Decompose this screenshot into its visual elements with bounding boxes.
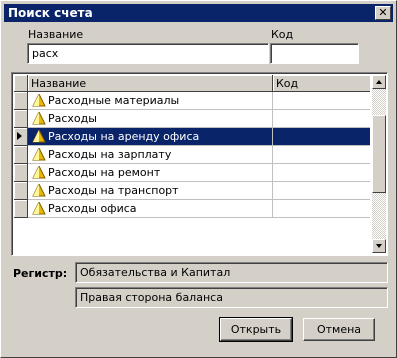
window-title: Поиск счета bbox=[8, 6, 93, 20]
cell-name-text: Расходы на аренду офиса bbox=[48, 130, 200, 143]
register-value-1: Обязательства и Капитал bbox=[80, 266, 231, 279]
name-input-value: расх bbox=[32, 47, 59, 60]
cancel-button[interactable]: Отмена bbox=[303, 318, 375, 341]
register-value-2: Правая сторона баланса bbox=[80, 291, 223, 304]
account-icon bbox=[32, 146, 46, 161]
row-indicator[interactable] bbox=[14, 200, 28, 218]
cell-name-text: Расходы bbox=[48, 112, 97, 125]
column-header-code[interactable]: Код bbox=[273, 75, 370, 92]
table-row[interactable]: Расходы bbox=[14, 110, 370, 128]
cell-code[interactable] bbox=[273, 110, 370, 128]
cell-code[interactable] bbox=[273, 128, 370, 146]
scroll-down-button[interactable] bbox=[372, 239, 386, 253]
cell-name[interactable]: Расходы на зарплату bbox=[28, 146, 273, 164]
table-row[interactable]: Расходы на аренду офиса bbox=[14, 128, 370, 146]
column-header-name-text: Название bbox=[31, 77, 87, 90]
account-icon bbox=[32, 128, 46, 143]
cell-code[interactable] bbox=[273, 92, 370, 110]
column-header-code-text: Код bbox=[276, 77, 299, 90]
account-icon bbox=[32, 110, 46, 125]
table-row[interactable]: Расходы на зарплату bbox=[14, 146, 370, 164]
table-row[interactable]: Расходы на транспорт bbox=[14, 182, 370, 200]
cell-name-text: Расходы офиса bbox=[48, 202, 137, 215]
cell-name-text: Расходы на ремонт bbox=[48, 166, 161, 179]
cell-name[interactable]: Расходы на транспорт bbox=[28, 182, 273, 200]
row-indicator[interactable] bbox=[14, 164, 28, 182]
cell-name-text: Расходы на транспорт bbox=[48, 184, 179, 197]
cell-name[interactable]: Расходы на аренду офиса bbox=[28, 128, 273, 146]
name-input[interactable]: расх bbox=[27, 43, 269, 64]
empty-row bbox=[14, 236, 370, 254]
account-icon bbox=[32, 92, 46, 107]
row-indicator[interactable] bbox=[14, 110, 28, 128]
table-row[interactable]: Расходы офиса bbox=[14, 200, 370, 218]
row-indicator[interactable] bbox=[14, 182, 28, 200]
cell-name[interactable]: Расходы bbox=[28, 110, 273, 128]
cell-code[interactable] bbox=[273, 146, 370, 164]
column-header-name[interactable]: Название bbox=[28, 75, 273, 92]
current-row-arrow-icon bbox=[17, 132, 22, 140]
account-icon bbox=[32, 182, 46, 197]
accounts-grid[interactable]: Название Код Расходные материалы Расходы Р… bbox=[11, 72, 388, 256]
register-field-2: Правая сторона баланса bbox=[75, 287, 388, 308]
cell-name[interactable]: Расходы офиса bbox=[28, 200, 273, 218]
row-indicator[interactable] bbox=[14, 128, 28, 146]
row-indicator[interactable] bbox=[14, 92, 28, 110]
open-button[interactable]: Открыть bbox=[219, 317, 293, 342]
cell-name[interactable]: Расходы на ремонт bbox=[28, 164, 273, 182]
code-input[interactable] bbox=[270, 43, 359, 64]
name-label: Название bbox=[28, 28, 84, 41]
dialog-window: Поиск счета ✕ Название расх Код Название… bbox=[0, 0, 397, 358]
account-icon bbox=[32, 200, 46, 215]
header-indicator bbox=[14, 75, 28, 92]
arrow-down-icon bbox=[376, 244, 382, 248]
register-field-1: Обязательства и Капитал bbox=[75, 262, 388, 283]
cell-code[interactable] bbox=[273, 200, 370, 218]
cell-code[interactable] bbox=[273, 182, 370, 200]
close-button[interactable]: ✕ bbox=[375, 6, 391, 20]
table-row[interactable]: Расходные материалы bbox=[14, 92, 370, 110]
scroll-up-button[interactable] bbox=[372, 75, 386, 89]
title-bar[interactable]: Поиск счета ✕ bbox=[4, 4, 393, 22]
cell-name[interactable]: Расходные материалы bbox=[28, 92, 273, 110]
code-label: Код bbox=[271, 28, 294, 41]
cell-code[interactable] bbox=[273, 164, 370, 182]
cell-name-text: Расходы на зарплату bbox=[48, 148, 172, 161]
table-row[interactable]: Расходы на ремонт bbox=[14, 164, 370, 182]
arrow-up-icon bbox=[376, 80, 382, 84]
cell-name-text: Расходные материалы bbox=[48, 94, 180, 107]
scroll-thumb[interactable] bbox=[372, 115, 386, 193]
empty-row bbox=[14, 218, 370, 236]
vertical-scrollbar[interactable] bbox=[372, 75, 386, 253]
account-icon bbox=[32, 164, 46, 179]
row-indicator[interactable] bbox=[14, 146, 28, 164]
register-label: Регистр: bbox=[13, 267, 68, 280]
